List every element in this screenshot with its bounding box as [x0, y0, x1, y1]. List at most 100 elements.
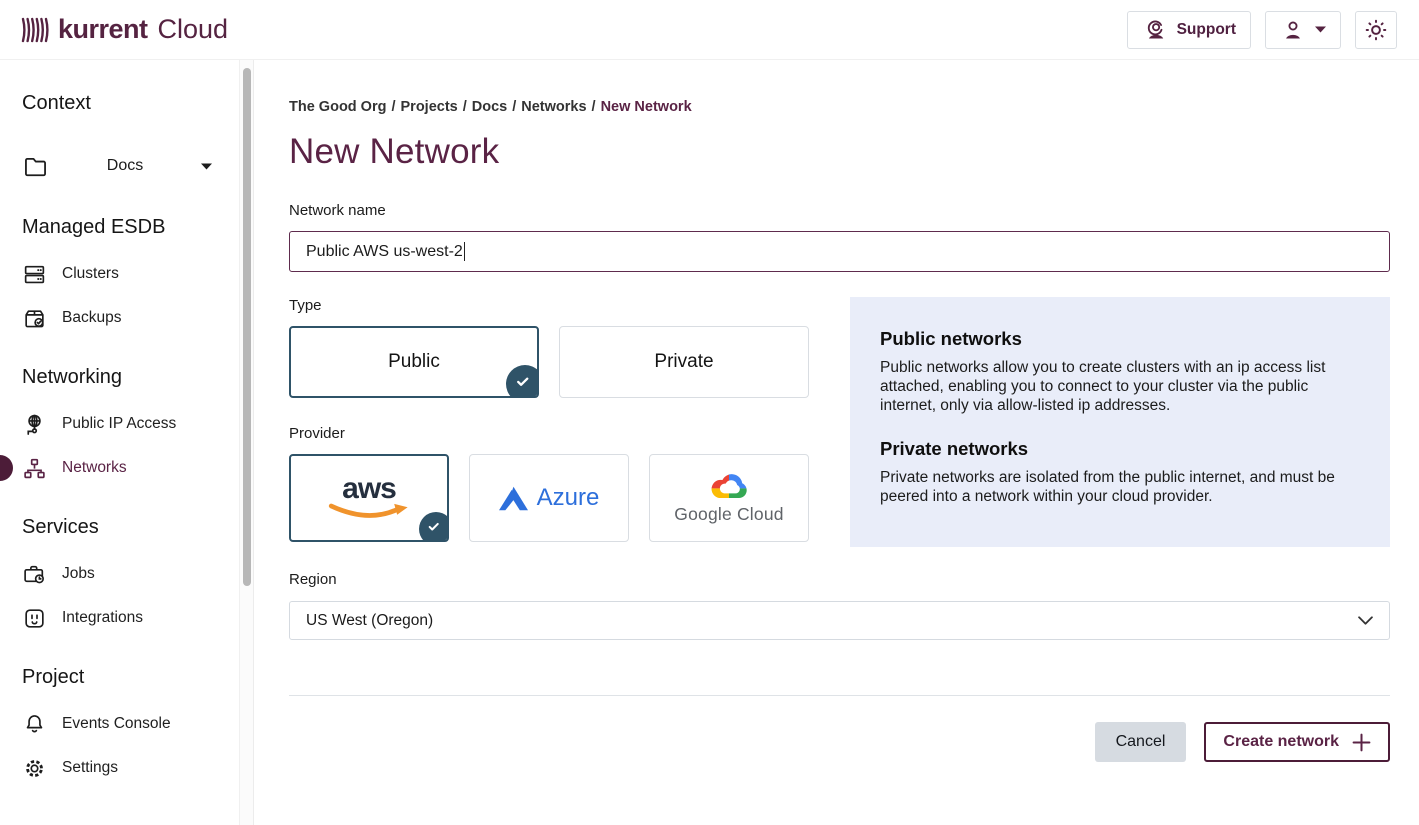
active-indicator	[0, 455, 13, 481]
provider-option-google-cloud[interactable]: Google Cloud	[649, 454, 809, 542]
create-network-label: Create network	[1223, 733, 1339, 751]
info-heading: Public networks	[880, 328, 1360, 350]
chevron-down-icon	[1315, 26, 1326, 33]
clusters-icon	[22, 262, 47, 287]
sidebar-scrollbar-thumb[interactable]	[243, 68, 251, 586]
type-option-private[interactable]: Private	[559, 326, 809, 398]
network-types-info-panel: Public networks Public networks allow yo…	[850, 297, 1390, 547]
type-option-public[interactable]: Public	[289, 326, 539, 398]
sidebar-item-label: Networks	[62, 460, 127, 476]
form-actions: Cancel Create network	[289, 722, 1390, 762]
sidebar-item-public-ip-access[interactable]: Public IP Access	[0, 402, 253, 446]
sidebar-item-label: Settings	[62, 760, 118, 776]
info-section-private: Private networks Private networks are is…	[880, 438, 1360, 507]
kurrent-waves-icon	[20, 14, 50, 46]
sidebar-item-label: Clusters	[62, 266, 119, 282]
azure-logo: Azure	[499, 484, 600, 513]
bell-icon	[22, 712, 47, 737]
breadcrumb-separator: /	[507, 99, 521, 115]
sidebar-item-settings[interactable]: Settings	[0, 746, 253, 790]
type-option-label: Private	[654, 351, 713, 373]
header-actions: Support	[1127, 11, 1397, 49]
headset-support-icon	[1142, 17, 1168, 43]
provider-option-aws[interactable]: aws	[289, 454, 449, 542]
breadcrumb: The Good Org/Projects/Docs/Networks/New …	[289, 98, 1390, 116]
info-body: Public networks allow you to create clus…	[880, 359, 1360, 416]
user-icon	[1280, 17, 1306, 43]
breadcrumb-separator: /	[458, 99, 472, 115]
networks-icon	[22, 456, 47, 481]
info-section-public: Public networks Public networks allow yo…	[880, 328, 1360, 416]
context-heading: Context	[22, 90, 253, 116]
config-row: Type Public Private Provider	[289, 297, 1390, 547]
group-heading-managed-esdb: Managed ESDB	[22, 214, 253, 240]
sidebar: Context Docs Managed ESDB Clusters	[0, 60, 254, 825]
aws-logo: aws	[327, 476, 411, 520]
sidebar-item-label: Events Console	[62, 716, 171, 732]
backups-icon	[22, 306, 47, 331]
sidebar-item-label: Jobs	[62, 566, 95, 582]
context-selected-value: Docs	[49, 157, 201, 175]
network-name-label: Network name	[289, 202, 1390, 220]
brand-name: kurrent	[58, 14, 148, 45]
provider-option-azure[interactable]: Azure	[469, 454, 629, 542]
info-heading: Private networks	[880, 438, 1360, 460]
network-name-value: Public AWS us-west-2	[306, 243, 463, 261]
context-selector[interactable]: Docs	[22, 142, 212, 190]
sidebar-item-backups[interactable]: Backups	[0, 296, 253, 340]
chevron-down-icon	[1358, 616, 1373, 625]
folder-icon	[22, 153, 49, 180]
breadcrumb-current: New Network	[601, 99, 692, 115]
google-cloud-logo: Google Cloud	[674, 472, 783, 525]
network-name-input[interactable]: Public AWS us-west-2	[289, 231, 1390, 272]
region-select[interactable]: US West (Oregon)	[289, 601, 1390, 640]
region-selected-value: US West (Oregon)	[306, 612, 433, 630]
support-button[interactable]: Support	[1127, 11, 1251, 49]
user-menu-button[interactable]	[1265, 11, 1341, 49]
group-heading-project: Project	[22, 664, 253, 690]
theme-toggle-button[interactable]	[1355, 11, 1397, 49]
region-label: Region	[289, 571, 1390, 589]
create-network-button[interactable]: Create network	[1204, 722, 1390, 762]
sidebar-item-integrations[interactable]: Integrations	[0, 596, 253, 640]
app-window: kurrent Cloud Support	[0, 0, 1419, 825]
type-option-label: Public	[388, 351, 440, 373]
integrations-icon	[22, 606, 47, 631]
form-divider	[289, 695, 1390, 696]
sidebar-item-label: Backups	[62, 310, 121, 326]
breadcrumb-item-projects[interactable]: Projects	[401, 99, 458, 115]
breadcrumb-item-org[interactable]: The Good Org	[289, 99, 386, 115]
selected-check-badge	[419, 512, 449, 542]
plus-icon	[1352, 733, 1371, 752]
sidebar-item-events-console[interactable]: Events Console	[0, 702, 253, 746]
sidebar-item-label: Public IP Access	[62, 416, 176, 432]
breadcrumb-separator: /	[587, 99, 601, 115]
public-ip-icon	[22, 412, 47, 437]
sidebar-item-networks[interactable]: Networks	[0, 446, 253, 490]
sidebar-item-label: Integrations	[62, 610, 143, 626]
product-name: Cloud	[158, 14, 229, 45]
sidebar-item-clusters[interactable]: Clusters	[0, 252, 253, 296]
main-content: The Good Org/Projects/Docs/Networks/New …	[254, 60, 1419, 825]
type-options: Public Private	[289, 326, 809, 398]
sun-icon	[1363, 17, 1389, 43]
support-label: Support	[1177, 21, 1236, 39]
top-header: kurrent Cloud Support	[0, 0, 1419, 60]
page-title: New Network	[289, 132, 1390, 172]
cancel-button[interactable]: Cancel	[1095, 722, 1187, 762]
sidebar-item-jobs[interactable]: Jobs	[0, 552, 253, 596]
breadcrumb-item-docs[interactable]: Docs	[472, 99, 507, 115]
breadcrumb-separator: /	[386, 99, 400, 115]
sidebar-scrollbar-track[interactable]	[239, 60, 253, 825]
kurrent-cloud-logo[interactable]: kurrent Cloud	[20, 14, 228, 46]
group-heading-networking: Networking	[22, 364, 253, 390]
selected-check-badge	[506, 365, 539, 398]
info-body: Private networks are isolated from the p…	[880, 469, 1360, 507]
config-left-column: Type Public Private Provider	[289, 297, 809, 542]
chevron-down-icon	[201, 163, 212, 170]
breadcrumb-item-networks[interactable]: Networks	[521, 99, 586, 115]
group-heading-services: Services	[22, 514, 253, 540]
provider-label: Provider	[289, 425, 809, 443]
type-label: Type	[289, 297, 809, 315]
text-cursor	[464, 242, 466, 261]
